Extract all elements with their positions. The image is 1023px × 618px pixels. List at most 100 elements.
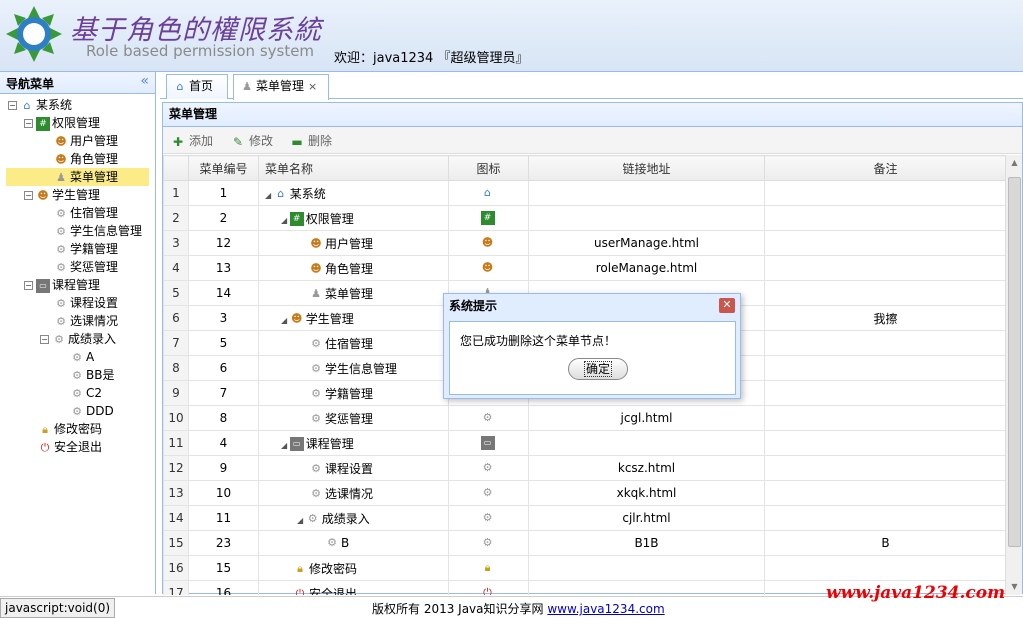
gear-icon: ⚙: [311, 412, 321, 425]
menu-note: [764, 280, 1006, 306]
table-row[interactable]: 2 2 ◢ # 权限管理 #: [163, 205, 1006, 231]
tree-node-role-manage[interactable]: ☻ 角色管理: [54, 150, 118, 168]
menu-name: 某系统: [289, 186, 326, 201]
close-icon[interactable]: ✕: [719, 298, 735, 313]
lock-icon: 🔒︎: [484, 561, 491, 575]
grid-header-row: 菜单编号 菜单名称 图标 链接地址 备注: [163, 155, 1006, 181]
collapse-toggle-icon[interactable]: −: [24, 191, 33, 200]
menu-note: [764, 255, 1006, 281]
app-subtitle: Role based permission system: [86, 42, 315, 60]
tree-node-user-manage[interactable]: ☻ 用户管理: [54, 132, 118, 150]
tree-node-student[interactable]: − ☻ 学生管理: [24, 186, 100, 204]
tree-node-label: 住宿管理: [70, 206, 119, 220]
tree-node-course-setting[interactable]: ⚙ 课程设置: [54, 294, 118, 312]
home-icon: ⌂: [176, 79, 184, 93]
table-row[interactable]: 1 1 ◢ ⌂ 某系统 ⌂: [163, 180, 1006, 206]
edit-button[interactable]: ✎ 修改: [231, 132, 273, 149]
menu-name: 用户管理: [325, 236, 374, 251]
expand-arrow-icon[interactable]: ◢: [265, 191, 274, 200]
menu-name: 学籍管理: [325, 386, 374, 401]
menu-name: 住宿管理: [325, 336, 374, 351]
tab-menu-manage[interactable]: ♟ 菜单管理 ×: [233, 74, 329, 100]
expand-arrow-icon[interactable]: ◢: [281, 441, 290, 450]
collapse-toggle-icon[interactable]: −: [24, 119, 33, 128]
collapse-toggle-icon[interactable]: −: [8, 101, 17, 110]
row-number: 8: [163, 355, 189, 381]
scrollbar-thumb[interactable]: [1008, 177, 1021, 547]
menu-name-cell: ☻ 用户管理: [258, 230, 449, 256]
menu-icon: ♟: [242, 79, 252, 93]
tree-node-dorm[interactable]: ⚙ 住宿管理: [54, 204, 118, 222]
gear-icon: ⚙: [56, 260, 66, 274]
menu-url: roleManage.html: [528, 255, 765, 281]
gear-icon: ⚙: [311, 487, 321, 500]
table-row[interactable]: 3 12 ☻ 用户管理 ☻ userManage.html: [163, 230, 1006, 256]
column-header[interactable]: 菜单名称: [258, 155, 449, 181]
tree-node-score[interactable]: − ⚙ 成绩录入: [40, 330, 116, 348]
collapse-icon[interactable]: «: [140, 73, 149, 89]
menu-name-cell: ⚙ 学籍管理: [258, 380, 449, 406]
table-row[interactable]: 4 13 ☻ 角色管理 ☻ roleManage.html: [163, 255, 1006, 281]
collapse-toggle-icon[interactable]: −: [40, 335, 49, 344]
column-header[interactable]: 菜单编号: [188, 155, 259, 181]
tree-node-bb[interactable]: ⚙ BB是: [70, 366, 114, 384]
table-row[interactable]: 13 10 ⚙ 选课情况 ⚙ xkqk.html: [163, 480, 1006, 506]
tree-node-a[interactable]: ⚙ A: [70, 348, 94, 366]
plus-icon: ✚: [172, 134, 184, 149]
tree-node-reward[interactable]: ⚙ 奖惩管理: [54, 258, 118, 276]
vertical-scrollbar[interactable]: ▲ ▼: [1005, 155, 1022, 595]
home-icon: ⌂: [23, 98, 31, 112]
tree-node-student-info[interactable]: ⚙ 学生信息管理: [54, 222, 142, 240]
tree-node-password[interactable]: 🔒︎ 修改密码: [38, 420, 102, 438]
tree-node-menu-manage[interactable]: ♟ 菜单管理: [6, 168, 149, 186]
ok-button[interactable]: 确定: [568, 358, 628, 380]
tree-node-label: 角色管理: [70, 152, 119, 166]
role-icon: ☻: [55, 152, 67, 166]
tree-node-root[interactable]: − ⌂ 某系统: [8, 96, 72, 114]
tree-node-permission[interactable]: − # 权限管理: [24, 114, 100, 132]
tree-node-status[interactable]: ⚙ 学籍管理: [54, 240, 118, 258]
app-header: 基于角色的權限系統 Role based permission system 欢…: [0, 0, 1023, 72]
tree-node-course[interactable]: − ▭ 课程管理: [24, 276, 100, 294]
tab-home[interactable]: ⌂ 首页: [166, 74, 228, 99]
tree-node-label: 修改密码: [54, 422, 103, 436]
delete-button[interactable]: ▬ 删除: [290, 132, 332, 149]
table-row[interactable]: 10 8 ⚙ 奖惩管理 ⚙ jcgl.html: [163, 405, 1006, 431]
expand-arrow-icon[interactable]: ◢: [297, 516, 306, 525]
tree-node-logout[interactable]: ⏻ 安全退出: [38, 438, 102, 456]
table-row[interactable]: 11 4 ◢ ▭ 课程管理 ▭: [163, 430, 1006, 456]
close-icon[interactable]: ×: [308, 80, 317, 93]
tree-node-ddd[interactable]: ⚙ DDD: [70, 402, 114, 420]
table-row[interactable]: 12 9 ⚙ 课程设置 ⚙ kcsz.html: [163, 455, 1006, 481]
collapse-toggle-icon[interactable]: −: [24, 281, 33, 290]
menu-note: [764, 180, 1006, 206]
menu-id: 5: [188, 330, 259, 356]
menu-note: [764, 205, 1006, 231]
logo-icon: [6, 6, 62, 62]
table-row[interactable]: 15 23 ⚙ B ⚙ B1B B: [163, 530, 1006, 556]
menu-id: 2: [188, 205, 259, 231]
site-link[interactable]: www.java1234.com: [547, 602, 664, 616]
menu-id: 16: [188, 580, 259, 595]
sidebar: 导航菜单 « − ⌂ 某系统 − # 权限管理 ☻ 用户管理 ☻ 角色管理 ♟ 菜单管理 − ☻…: [0, 72, 156, 594]
menu-name-cell: ⚙ B: [258, 530, 449, 556]
scroll-up-icon[interactable]: ▲: [1006, 155, 1023, 171]
table-row[interactable]: 16 15 🔒︎ 修改密码 🔒︎: [163, 555, 1006, 581]
tree-node-course-select[interactable]: ⚙ 选课情况: [54, 312, 118, 330]
row-number: 10: [163, 405, 189, 431]
table-row[interactable]: 14 11 ◢ ⚙ 成绩录入 ⚙ cjlr.html: [163, 505, 1006, 531]
gear-icon: ⚙: [482, 486, 493, 500]
expand-arrow-icon[interactable]: ◢: [281, 216, 290, 225]
scroll-down-icon[interactable]: ▼: [1006, 579, 1023, 595]
column-header[interactable]: 图标: [448, 155, 529, 181]
tree-node-c2[interactable]: ⚙ C2: [70, 384, 102, 402]
tree-node-label: 学籍管理: [70, 242, 119, 256]
menu-note: [764, 380, 1006, 406]
gear-icon: ⚙: [311, 462, 321, 475]
menu-name-cell: ♟ 菜单管理: [258, 280, 449, 306]
add-button[interactable]: ✚ 添加: [171, 132, 213, 149]
menu-name-cell: ⚙ 住宿管理: [258, 330, 449, 356]
column-header[interactable]: 备注: [764, 155, 1006, 181]
expand-arrow-icon[interactable]: ◢: [281, 316, 290, 325]
column-header[interactable]: 链接地址: [528, 155, 765, 181]
